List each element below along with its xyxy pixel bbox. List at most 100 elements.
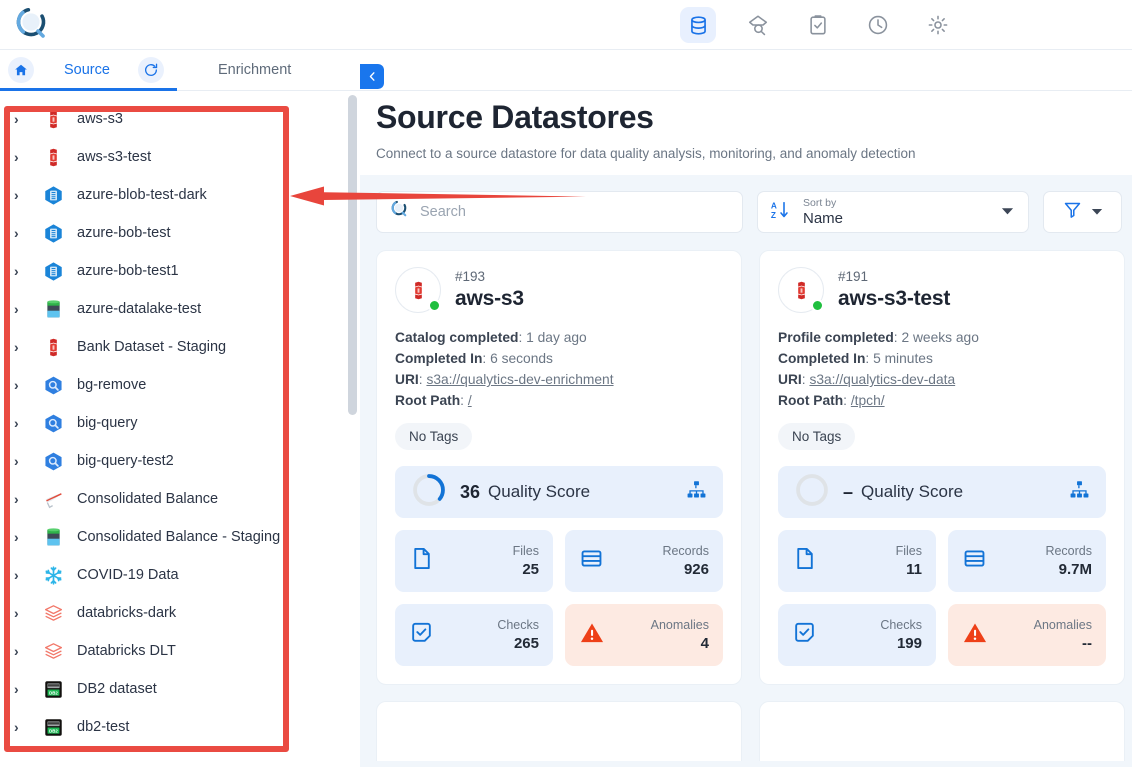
chevron-right-icon[interactable]: › bbox=[14, 415, 30, 431]
qualytics-magnifier-logo[interactable] bbox=[10, 3, 54, 47]
sidebar-item-azure-bob-test[interactable]: › azure-bob-test bbox=[0, 214, 360, 252]
card-meta-link[interactable]: s3a://qualytics-dev-data bbox=[809, 372, 955, 387]
chevron-right-icon[interactable]: › bbox=[14, 605, 30, 621]
svg-text:Z: Z bbox=[771, 209, 776, 219]
nav-history-button[interactable] bbox=[860, 7, 896, 43]
chevron-right-icon[interactable]: › bbox=[14, 301, 30, 317]
stat-label: Records bbox=[662, 544, 709, 558]
quality-score-panel[interactable]: – Quality Score bbox=[778, 466, 1106, 518]
chevron-right-icon[interactable]: › bbox=[14, 567, 30, 583]
chevron-right-icon[interactable]: › bbox=[14, 529, 30, 545]
sidebar-item-aws-s3-test[interactable]: › aws-s3-test bbox=[0, 138, 360, 176]
sidebar-item-bank-dataset-staging[interactable]: › Bank Dataset - Staging bbox=[0, 328, 360, 366]
sidebar-item-label: azure-bob-test bbox=[77, 225, 171, 241]
card-meta-line: Completed In: 5 minutes bbox=[778, 351, 933, 366]
sidebar-item-azure-blob-test-dark[interactable]: › azure-blob-test-dark bbox=[0, 176, 360, 214]
chevron-right-icon[interactable]: › bbox=[14, 149, 30, 165]
stat-value: 265 bbox=[513, 635, 539, 652]
datastore-card-stub[interactable] bbox=[376, 701, 742, 761]
chevron-right-icon[interactable]: › bbox=[14, 719, 30, 735]
sidebar-item-databricks-dlt[interactable]: › Databricks DLT bbox=[0, 632, 360, 670]
card-meta-link[interactable]: / bbox=[468, 393, 472, 408]
azure-datalake-icon bbox=[42, 298, 64, 320]
sidebar-item-db2-dataset[interactable]: › DB2 DB2 dataset bbox=[0, 670, 360, 708]
chevron-right-icon[interactable]: › bbox=[14, 187, 30, 203]
azure-blob-icon bbox=[42, 184, 64, 206]
card-meta-link[interactable]: s3a://qualytics-dev-enrichment bbox=[426, 372, 613, 387]
card-meta-line: Root Path: / bbox=[395, 393, 472, 408]
stat-checks[interactable]: Checks 199 bbox=[778, 604, 936, 666]
sidebar-item-azure-datalake-test[interactable]: › azure-datalake-test bbox=[0, 290, 360, 328]
card-meta-link[interactable]: /tpch/ bbox=[851, 393, 885, 408]
sidebar-item-databricks-dark[interactable]: › databricks-dark bbox=[0, 594, 360, 632]
refresh-icon[interactable] bbox=[137, 57, 164, 83]
chevron-right-icon[interactable]: › bbox=[14, 339, 30, 355]
nav-explore-button[interactable] bbox=[740, 7, 776, 43]
stat-value: 4 bbox=[700, 635, 709, 652]
tag-pill[interactable]: No Tags bbox=[778, 423, 856, 450]
chevron-right-icon[interactable]: › bbox=[14, 111, 30, 127]
stat-files[interactable]: Files 11 bbox=[778, 530, 936, 592]
home-icon[interactable] bbox=[8, 57, 34, 83]
sidebar-item-consolidated-balance-staging[interactable]: › Consolidated Balance - Staging bbox=[0, 518, 360, 556]
nav-settings-button[interactable] bbox=[920, 7, 956, 43]
sort-by-dropdown[interactable]: A Z Sort by Name bbox=[757, 191, 1029, 233]
hierarchy-icon[interactable] bbox=[686, 479, 707, 505]
hierarchy-icon[interactable] bbox=[1069, 479, 1090, 505]
status-badge bbox=[811, 299, 824, 312]
datastore-sidebar: › aws-s3 › aws-s3-test › azure-blob-test-dark… bbox=[0, 91, 360, 767]
card-title[interactable]: aws-s3 bbox=[455, 287, 524, 311]
stat-anomalies[interactable]: Anomalies 4 bbox=[565, 604, 723, 666]
chevron-down-icon[interactable] bbox=[1091, 203, 1103, 221]
svg-text:DB2: DB2 bbox=[49, 690, 58, 695]
main-panel: Source Datastores Connect to a source da… bbox=[360, 91, 1132, 767]
chevron-right-icon[interactable]: › bbox=[14, 491, 30, 507]
sidebar-item-consolidated-balance[interactable]: › Consolidated Balance bbox=[0, 480, 360, 518]
sidebar-item-aws-s3[interactable]: › aws-s3 bbox=[0, 100, 360, 138]
sidebar-scrollbar-thumb[interactable] bbox=[348, 95, 357, 415]
sidebar-item-big-query[interactable]: › big-query bbox=[0, 404, 360, 442]
nav-datastores-button[interactable] bbox=[680, 7, 716, 43]
stat-files[interactable]: Files 25 bbox=[395, 530, 553, 592]
sidebar-item-azure-bob-test1[interactable]: › azure-bob-test1 bbox=[0, 252, 360, 290]
datastore-card[interactable]: #193 aws-s3 Catalog completed: 1 day ago Co… bbox=[376, 250, 742, 685]
stat-anomalies[interactable]: Anomalies -- bbox=[948, 604, 1106, 666]
sidebar-item-label: bg-remove bbox=[77, 377, 147, 393]
card-meta-label: Root Path bbox=[778, 393, 844, 408]
card-title[interactable]: aws-s3-test bbox=[838, 287, 950, 311]
sidebar-item-covid-19-data[interactable]: › COVID-19 Data bbox=[0, 556, 360, 594]
stat-records[interactable]: Records 926 bbox=[565, 530, 723, 592]
tag-pill[interactable]: No Tags bbox=[395, 423, 473, 450]
stat-records[interactable]: Records 9.7M bbox=[948, 530, 1106, 592]
tab-enrichment[interactable]: Enrichment bbox=[218, 62, 291, 78]
sidebar-collapse-button[interactable] bbox=[360, 64, 384, 89]
stat-checks[interactable]: Checks 265 bbox=[395, 604, 553, 666]
chevron-down-icon[interactable] bbox=[1001, 203, 1014, 221]
nav-checks-button[interactable] bbox=[800, 7, 836, 43]
filter-button[interactable] bbox=[1043, 191, 1122, 233]
aws-s3-icon bbox=[42, 336, 64, 358]
card-meta-label: Catalog completed bbox=[395, 330, 519, 345]
bigquery-icon bbox=[42, 450, 64, 472]
tab-source[interactable]: Source bbox=[64, 62, 110, 78]
app-root: Source Enrichment › aws-s3 › aws-s3-test › az… bbox=[0, 0, 1132, 767]
datastore-card-stub[interactable] bbox=[759, 701, 1125, 761]
search-input[interactable]: Search bbox=[376, 191, 743, 233]
chevron-right-icon[interactable]: › bbox=[14, 643, 30, 659]
chevron-right-icon[interactable]: › bbox=[14, 225, 30, 241]
aws-s3-icon bbox=[42, 146, 64, 168]
sidebar-item-bg-remove[interactable]: › bg-remove bbox=[0, 366, 360, 404]
sidebar-item-big-query-test2[interactable]: › big-query-test2 bbox=[0, 442, 360, 480]
chevron-right-icon[interactable]: › bbox=[14, 453, 30, 469]
stat-label: Anomalies bbox=[1033, 618, 1092, 632]
datastore-card[interactable]: #191 aws-s3-test Profile completed: 2 week… bbox=[759, 250, 1125, 685]
card-meta-line: URI: s3a://qualytics-dev-enrichment bbox=[395, 372, 614, 387]
card-meta-line: URI: s3a://qualytics-dev-data bbox=[778, 372, 956, 387]
quality-score-panel[interactable]: 36 Quality Score bbox=[395, 466, 723, 518]
quality-score-ring bbox=[411, 472, 447, 513]
sidebar-item-label: azure-bob-test1 bbox=[77, 263, 179, 279]
chevron-right-icon[interactable]: › bbox=[14, 681, 30, 697]
chevron-right-icon[interactable]: › bbox=[14, 263, 30, 279]
sidebar-item-db2-test[interactable]: › DB2 db2-test bbox=[0, 708, 360, 746]
chevron-right-icon[interactable]: › bbox=[14, 377, 30, 393]
